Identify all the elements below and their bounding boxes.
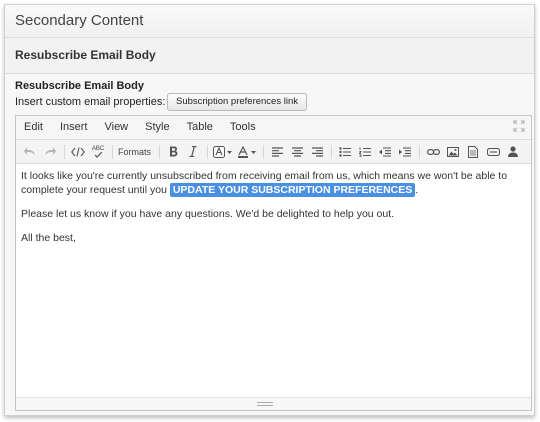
toolbar-separator — [331, 144, 333, 159]
panel-title: Secondary Content — [5, 5, 534, 38]
menu-tools[interactable]: Tools — [230, 116, 256, 133]
indent-icon[interactable] — [397, 143, 413, 161]
source-code-icon[interactable] — [70, 143, 86, 161]
subscription-preferences-link-button[interactable]: Subscription preferences link — [167, 93, 307, 111]
field-label: Resubscribe Email Body — [15, 80, 144, 92]
bold-icon[interactable] — [165, 143, 181, 161]
toolbar-separator — [263, 144, 265, 159]
align-left-icon[interactable] — [269, 143, 285, 161]
paragraph-1-end: . — [415, 184, 419, 196]
toolbar-separator — [207, 144, 209, 159]
align-center-icon[interactable] — [289, 143, 305, 161]
link-icon[interactable] — [425, 143, 441, 161]
image-icon[interactable] — [445, 143, 461, 161]
media-icon[interactable] — [485, 143, 501, 161]
resize-handle[interactable] — [257, 402, 273, 406]
paragraph-2: Please let us know if you have any quest… — [21, 208, 395, 220]
fullscreen-icon[interactable] — [513, 120, 525, 132]
bullet-list-icon[interactable] — [337, 143, 353, 161]
outdent-icon[interactable] — [377, 143, 393, 161]
subscription-preferences-token[interactable]: UPDATE YOUR SUBSCRIPTION PREFERENCES — [169, 183, 416, 197]
editor-menubar: Edit Insert View Style Table Tools — [16, 116, 531, 140]
menu-insert[interactable]: Insert — [60, 116, 88, 133]
document-icon[interactable] — [465, 143, 481, 161]
toolbar-separator — [64, 144, 65, 159]
spellcheck-icon[interactable]: ABC — [90, 143, 106, 161]
toolbar-separator — [112, 144, 113, 159]
menu-table[interactable]: Table — [187, 116, 213, 133]
paragraph-1: It looks like you're currently unsubscri… — [21, 169, 526, 197]
toolbar-separator — [419, 144, 421, 159]
menu-view[interactable]: View — [104, 116, 128, 133]
editor-toolbar: ABC Formats — [16, 140, 531, 164]
redo-icon[interactable] — [42, 143, 58, 161]
person-icon[interactable] — [505, 143, 521, 161]
text-color-icon[interactable] — [237, 143, 257, 161]
align-right-icon[interactable] — [309, 143, 325, 161]
menu-style[interactable]: Style — [145, 116, 169, 133]
undo-icon[interactable] — [22, 143, 38, 161]
section-title: Resubscribe Email Body — [5, 38, 534, 74]
rich-text-editor: Edit Insert View Style Table Tools ABC Format… — [15, 115, 532, 411]
toolbar-separator — [159, 144, 161, 159]
italic-icon[interactable] — [185, 143, 201, 161]
editor-content-area[interactable]: It looks like you're currently unsubscri… — [16, 164, 531, 260]
secondary-content-panel: Secondary Content Resubscribe Email Body… — [4, 4, 535, 416]
formats-dropdown[interactable]: Formats — [118, 143, 151, 161]
numbered-list-icon[interactable] — [357, 143, 373, 161]
background-color-icon[interactable] — [213, 143, 233, 161]
editor-statusbar — [16, 397, 531, 410]
field-help-text: Insert custom email properties: — [15, 96, 166, 108]
paragraph-3: All the best, — [21, 232, 76, 244]
menu-edit[interactable]: Edit — [24, 116, 43, 133]
